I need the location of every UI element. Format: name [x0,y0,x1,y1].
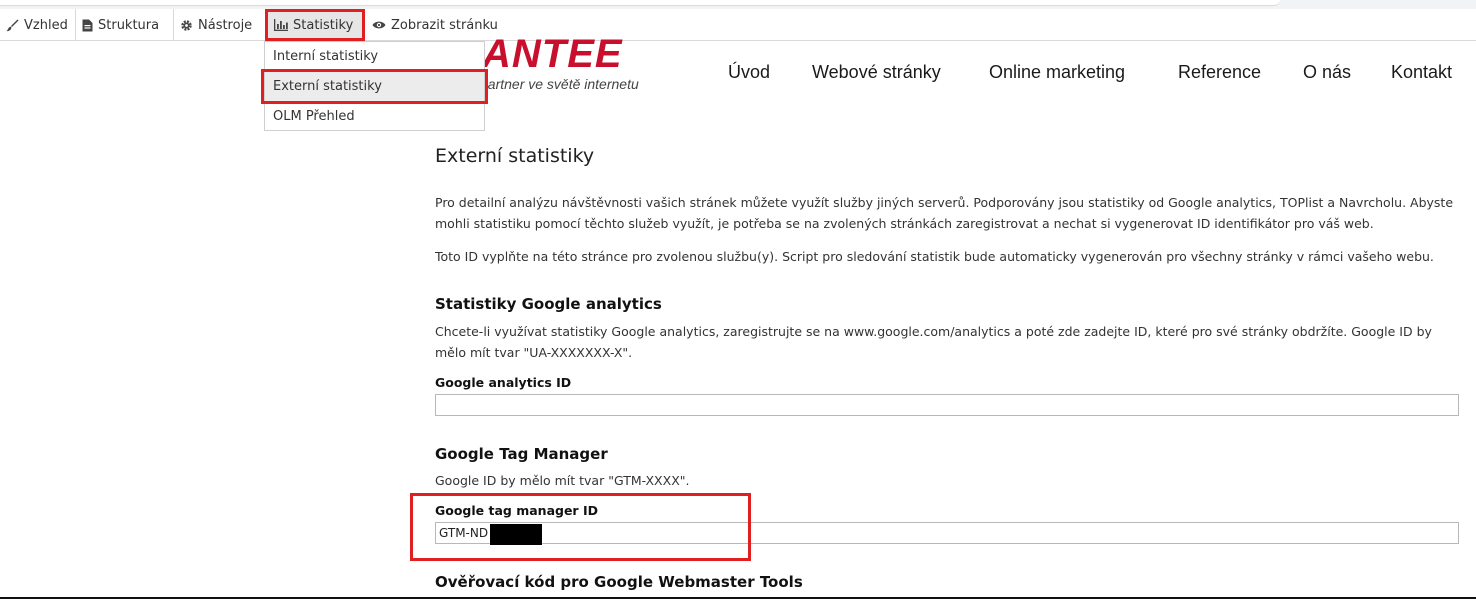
nav-item-webove-stranky[interactable]: Webové stránky [812,62,941,86]
dropdown-item-interni[interactable]: Interní statistiky [265,42,484,72]
brush-icon [6,19,19,32]
browser-chrome-strip [0,0,1476,9]
toolbar-statistiky-button[interactable]: Statistiky [265,9,365,41]
toolbar-vzhled-label: Vzhled [24,17,68,33]
toolbar-struktura-button[interactable]: Struktura [76,9,174,41]
admin-toolbar: Vzhled Struktura Nástroje Statistiky Zob… [0,9,1476,41]
bar-chart-icon [274,19,288,31]
gtm-heading: Google Tag Manager [435,445,608,463]
gtm-description: Google ID by mělo mít tvar "GTM-XXXX". [435,473,690,488]
redaction-block [490,524,542,545]
statistiky-dropdown: Interní statistiky Externí statistiky OL… [264,41,485,131]
toolbar-zobrazit-label: Zobrazit stránku [391,17,498,33]
eye-icon [372,20,386,30]
intro-paragraph-2: Toto ID vyplňte na této stránce pro zvol… [435,249,1434,264]
toolbar-nastroje-label: Nástroje [198,17,253,33]
toolbar-statistiky-label: Statistiky [293,17,354,33]
nav-item-o-nas[interactable]: O nás [1303,62,1351,86]
site-logo[interactable]: ANTEE [482,34,623,74]
nav-item-kontakt[interactable]: Kontakt [1391,62,1452,86]
nav-item-uvod[interactable]: Úvod [728,62,770,86]
nav-item-reference[interactable]: Reference [1178,62,1261,86]
toolbar-struktura-label: Struktura [98,17,160,33]
address-bar-edge [0,0,1280,6]
gtm-id-input[interactable] [435,522,1459,544]
page-title: Externí statistiky [435,145,595,167]
toolbar-vzhled-button[interactable]: Vzhled [0,9,76,41]
gtm-id-label: Google tag manager ID [435,503,598,518]
ga-description: Chcete-li využívat statistiky Google ana… [435,324,1432,360]
ga-id-label: Google analytics ID [435,375,572,390]
dropdown-item-olm[interactable]: OLM Přehled [265,102,484,132]
intro-paragraph: Pro detailní analýzu návštěvnosti vašich… [435,195,1454,231]
toolbar-nastroje-button[interactable]: Nástroje [174,9,262,41]
ga-id-input[interactable] [435,394,1459,416]
dropdown-item-externi[interactable]: Externí statistiky [265,72,484,102]
gear-icon [180,19,193,32]
document-icon [82,19,93,32]
ga-heading: Statistiky Google analytics [435,295,662,313]
site-tagline: partner ve světě internetu [480,76,639,92]
nav-item-online-marketing[interactable]: Online marketing [989,62,1125,86]
gwt-heading: Ověřovací kód pro Google Webmaster Tools [435,573,803,591]
